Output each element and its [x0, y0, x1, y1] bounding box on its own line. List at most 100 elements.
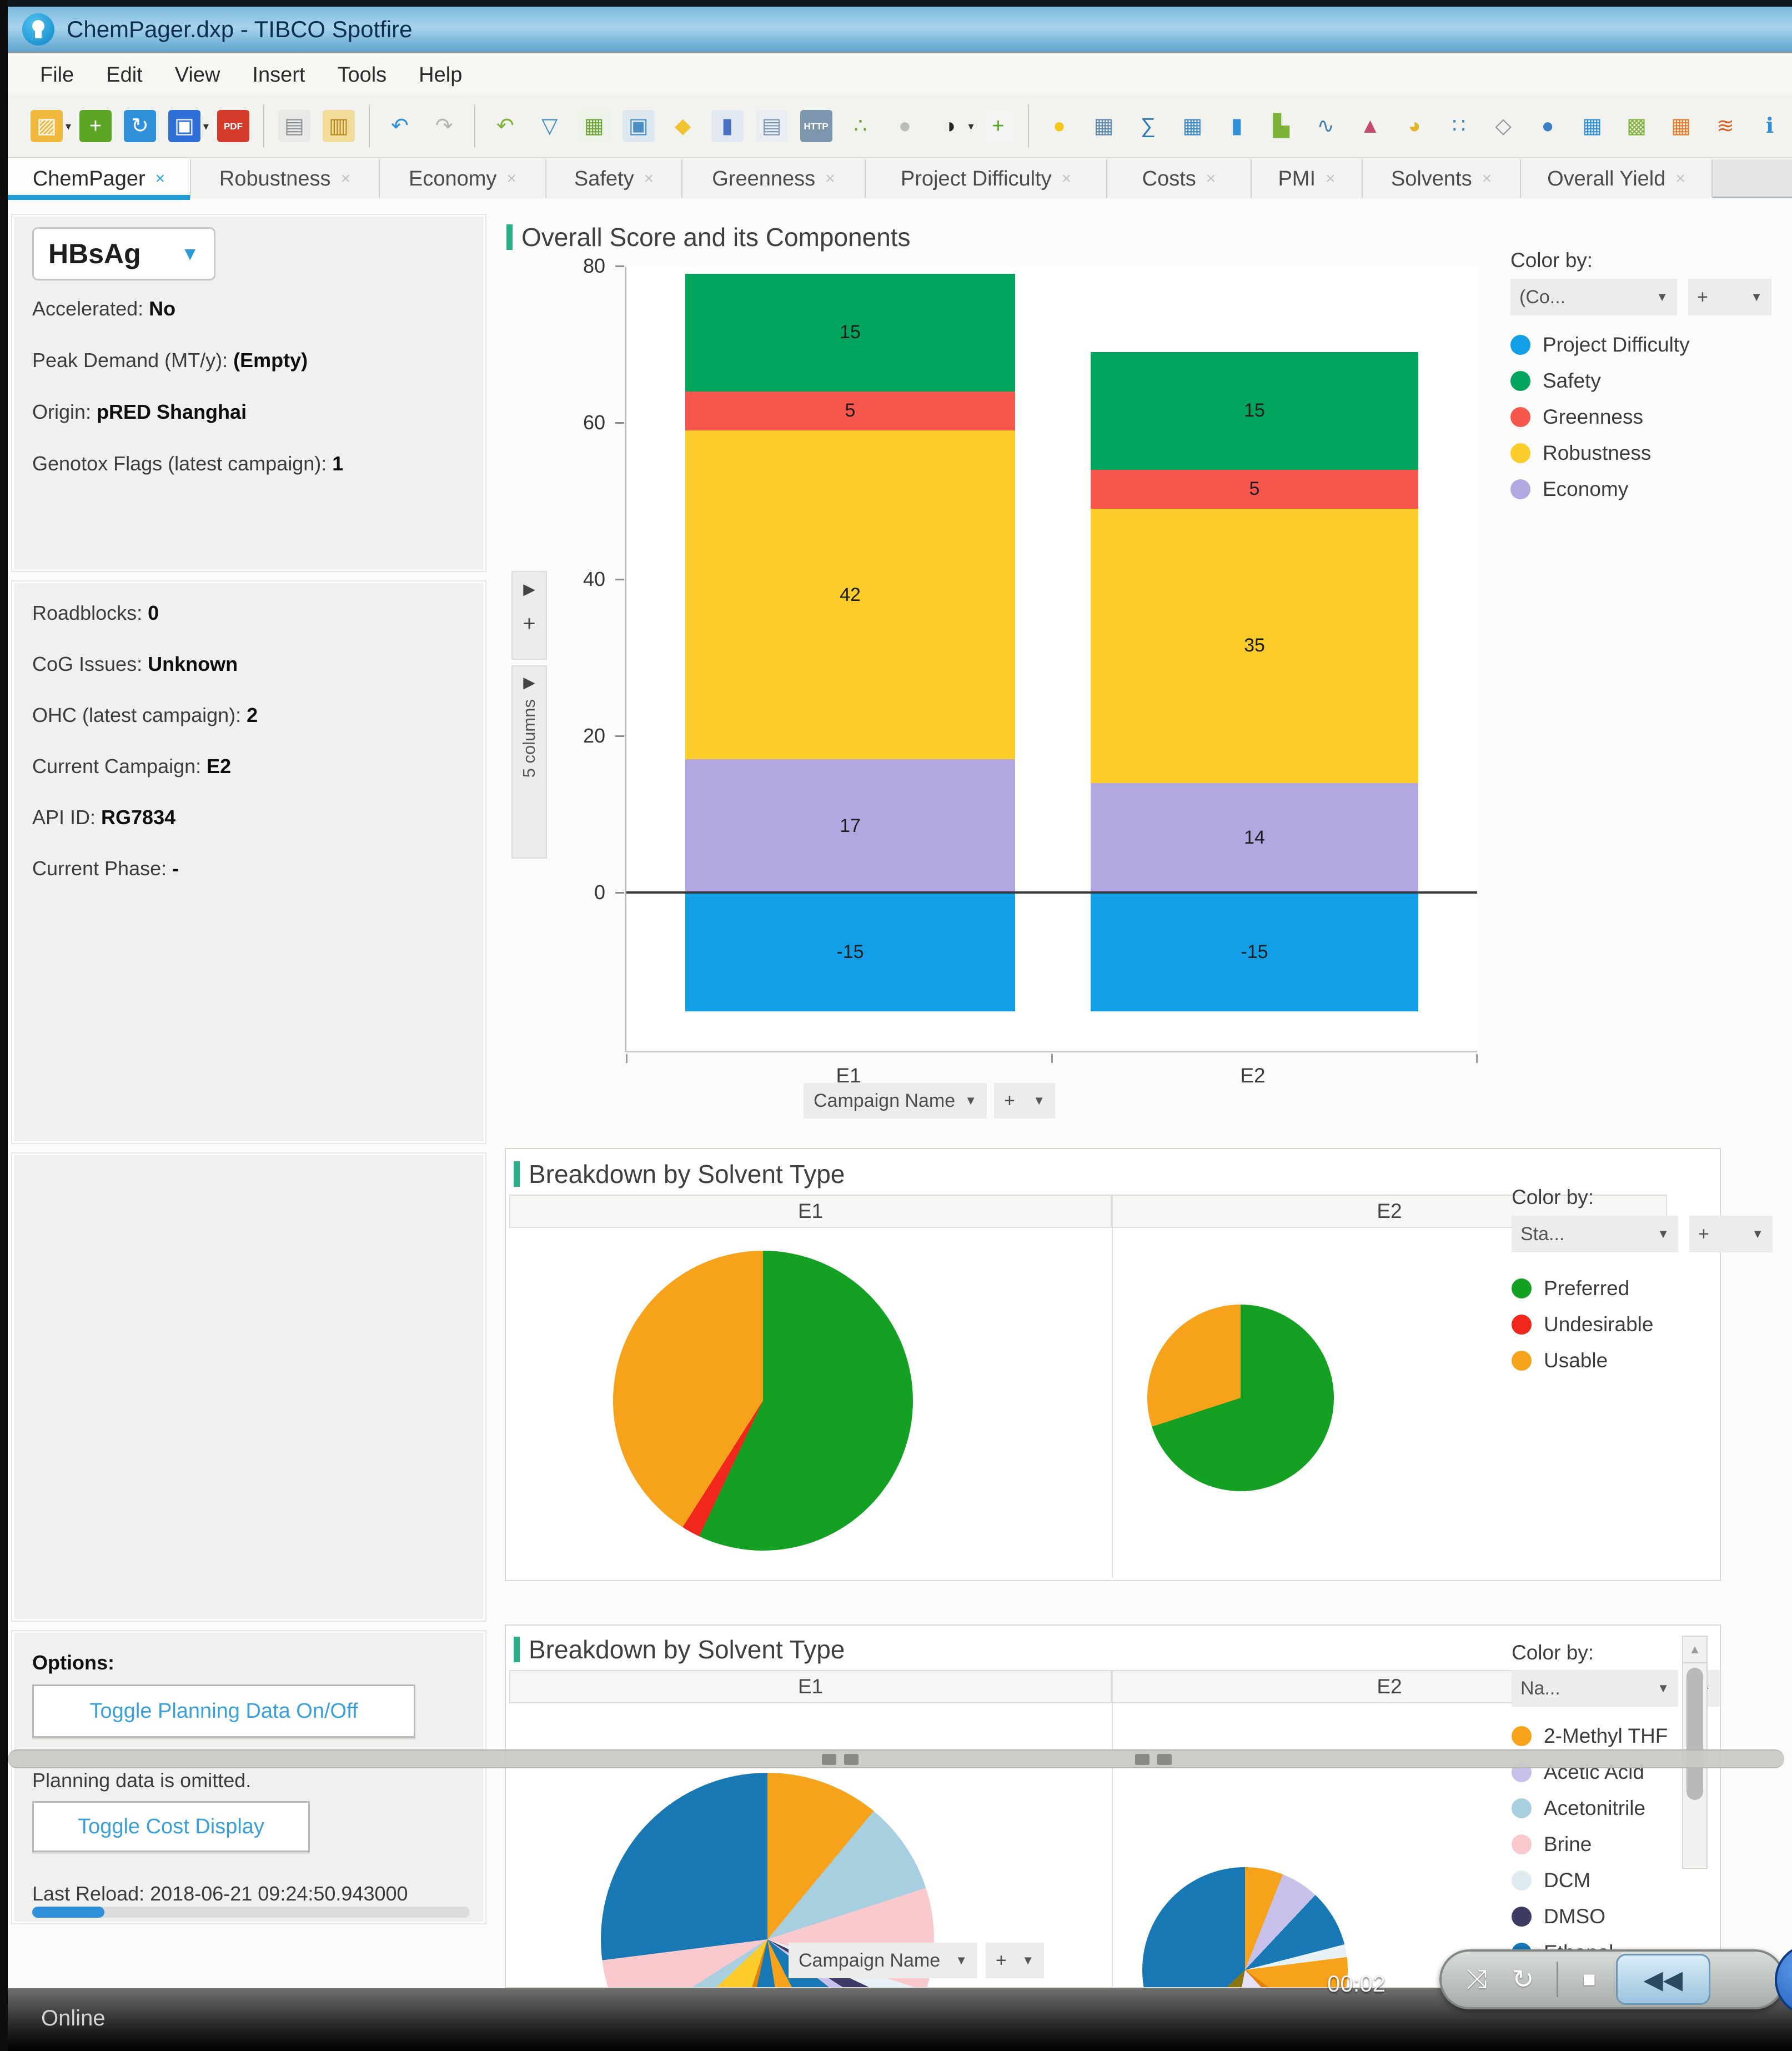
stop-icon[interactable]: ■	[1583, 1967, 1596, 1992]
columns-indicator[interactable]: ▶ 5 columns	[511, 665, 547, 859]
legend-item-preferred[interactable]: Preferred	[1512, 1277, 1653, 1300]
legend-item-dmso[interactable]: DMSO	[1512, 1905, 1668, 1928]
dropdown-caret-icon[interactable]: ▾	[203, 119, 209, 133]
bar-segment-e1-economy[interactable]: 17	[685, 759, 1015, 892]
pages-icon[interactable]: ▤	[756, 110, 788, 142]
menu-item-help[interactable]: Help	[419, 63, 462, 87]
tab-close-icon[interactable]: ×	[644, 169, 654, 188]
sidebar-horizontal-scrollbar[interactable]	[32, 1907, 470, 1918]
new-page-icon[interactable]: +	[982, 110, 1015, 142]
legend-item-safety[interactable]: Safety	[1510, 369, 1690, 393]
scatter-plot-icon[interactable]: ∷	[1443, 110, 1475, 142]
bar-segment-e1-project-difficulty[interactable]: -15	[685, 894, 1015, 1011]
tab-close-icon[interactable]: ×	[506, 169, 516, 188]
trellis-header-e1[interactable]: E1	[509, 1195, 1112, 1228]
color-by-add-button[interactable]: +▼	[1689, 1216, 1773, 1252]
map-chart-icon[interactable]: ●	[1532, 110, 1564, 142]
dropdown-caret-icon[interactable]: ▾	[968, 119, 973, 133]
http-icon[interactable]: HTTP	[800, 110, 832, 142]
scrollbar-thumb[interactable]	[32, 1907, 104, 1918]
legend-item-undesirable[interactable]: Undesirable	[1512, 1313, 1653, 1336]
toggle-cost-display-button[interactable]: Toggle Cost Display	[32, 1801, 310, 1852]
pie-chart-icon[interactable]: ◕	[1398, 110, 1430, 142]
x-axis-add-button[interactable]: +▼	[986, 1943, 1044, 1978]
rewind-button[interactable]: ◀◀	[1616, 1954, 1710, 2005]
bar-segment-e2-safety[interactable]: 15	[1091, 352, 1418, 470]
color-by-add-button[interactable]: +▼	[1688, 279, 1771, 315]
pie-e1-solvent-status[interactable]	[613, 1251, 913, 1551]
dropdown-caret-icon[interactable]: ▾	[66, 119, 71, 133]
export-pdf-icon[interactable]: PDF	[217, 110, 249, 142]
heat-map-icon[interactable]: ▩	[1620, 110, 1653, 142]
filter-icon[interactable]: ▽	[534, 110, 566, 142]
bar-segment-e2-project-difficulty[interactable]: -15	[1091, 894, 1418, 1011]
legend-item-usable[interactable]: Usable	[1512, 1349, 1653, 1372]
legend-item-2-methyl-thf[interactable]: 2-Methyl THF	[1512, 1724, 1668, 1748]
bar-segment-e1-safety[interactable]: 15	[685, 274, 1015, 392]
tab-costs[interactable]: Costs×	[1107, 159, 1252, 198]
scatter-3d-icon[interactable]: ◇	[1487, 110, 1519, 142]
x-axis-selector[interactable]: Campaign Name ▼	[789, 1943, 977, 1978]
tab-pmi[interactable]: PMI×	[1252, 159, 1363, 198]
kpi-chart-icon[interactable]: ▦	[1665, 110, 1697, 142]
tile-windows-icon[interactable]: ▣	[623, 110, 655, 142]
tab-close-icon[interactable]: ×	[1482, 169, 1492, 188]
title-bar[interactable]: ChemPager.dxp - TIBCO Spotfire	[8, 7, 1792, 53]
color-by-dropdown[interactable]: Sta...▼	[1512, 1216, 1678, 1252]
tab-close-icon[interactable]: ×	[1062, 169, 1072, 188]
tag-icon[interactable]: ◆	[667, 110, 699, 142]
tab-close-icon[interactable]: ×	[1326, 169, 1336, 188]
legend-item-brine[interactable]: Brine	[1512, 1833, 1668, 1856]
redo-icon[interactable]: ↷	[428, 110, 460, 142]
legend-item-project-difficulty[interactable]: Project Difficulty	[1510, 333, 1690, 357]
bar-segment-e2-robustness[interactable]: 35	[1091, 509, 1418, 783]
undo-icon[interactable]: ↶	[384, 110, 416, 142]
add-data-table-icon[interactable]: +	[79, 110, 112, 142]
tab-overall-yield[interactable]: Overall Yield×	[1521, 159, 1713, 198]
video-seekbar[interactable]	[8, 1749, 1784, 1768]
pie-e2-solvent-name[interactable]	[1142, 1867, 1348, 1988]
scrollbar-up-icon[interactable]: ▲	[1683, 1637, 1706, 1663]
insight-icon[interactable]: ●	[1043, 110, 1075, 142]
cross-table-icon[interactable]: ▦	[1176, 110, 1208, 142]
revert-icon[interactable]: ↶	[489, 110, 521, 142]
legend-item-robustness[interactable]: Robustness	[1510, 442, 1690, 465]
x-axis-selector[interactable]: Campaign Name ▼	[804, 1083, 987, 1119]
waterfall-chart-icon[interactable]: ▙	[1265, 110, 1297, 142]
bar-segment-e1-robustness[interactable]: 42	[685, 430, 1015, 759]
tab-economy[interactable]: Economy×	[380, 159, 546, 198]
color-by-dropdown[interactable]: Na...▼	[1512, 1670, 1678, 1707]
scrollbar-thumb[interactable]	[1686, 1668, 1703, 1800]
menu-item-file[interactable]: File	[40, 63, 74, 87]
tab-solvents[interactable]: Solvents×	[1363, 159, 1521, 198]
trellis-header-e1[interactable]: E1	[509, 1670, 1112, 1703]
bar-chart-plot-area[interactable]: 1554217-151553514-15	[625, 267, 1477, 1052]
line-chart-icon[interactable]: ∿	[1309, 110, 1342, 142]
marking-icon[interactable]: ▦	[578, 110, 610, 142]
menu-item-view[interactable]: View	[175, 63, 220, 87]
parallel-coordinate-icon[interactable]: ≋	[1709, 110, 1741, 142]
details-icon[interactable]: ℹ	[1754, 110, 1786, 142]
table-icon[interactable]: ▦	[1087, 110, 1120, 142]
comment-icon[interactable]: ●	[889, 110, 921, 142]
shuffle-icon[interactable]: ⤨	[1466, 1964, 1487, 1995]
legend-item-greenness[interactable]: Greenness	[1510, 405, 1690, 429]
open-file-icon[interactable]: ▨	[31, 110, 63, 142]
tab-close-icon[interactable]: ×	[341, 169, 351, 188]
menu-item-insert[interactable]: Insert	[252, 63, 305, 87]
tab-project-difficulty[interactable]: Project Difficulty×	[866, 159, 1107, 198]
legend-item-economy[interactable]: Economy	[1510, 478, 1690, 501]
bar-segment-e1-greenness[interactable]: 5	[685, 392, 1015, 431]
legend-item-acetonitrile[interactable]: Acetonitrile	[1512, 1797, 1668, 1820]
tab-greenness[interactable]: Greenness×	[682, 159, 866, 198]
axis-expand-button[interactable]: ▶ +	[511, 571, 547, 660]
loop-icon[interactable]: ↻	[1512, 1964, 1534, 1995]
toggle-planning-data-button[interactable]: Toggle Planning Data On/Off	[32, 1684, 415, 1738]
pie-e2-solvent-status[interactable]	[1147, 1305, 1334, 1491]
save-icon[interactable]: ▣	[168, 110, 200, 142]
bar-chart-icon[interactable]: ▮	[1221, 110, 1253, 142]
tab-safety[interactable]: Safety×	[546, 159, 682, 198]
treemap-icon[interactable]: ▦	[1576, 110, 1608, 142]
combination-chart-icon[interactable]: ▲	[1354, 110, 1386, 142]
x-axis-add-button[interactable]: + ▼	[994, 1083, 1055, 1119]
